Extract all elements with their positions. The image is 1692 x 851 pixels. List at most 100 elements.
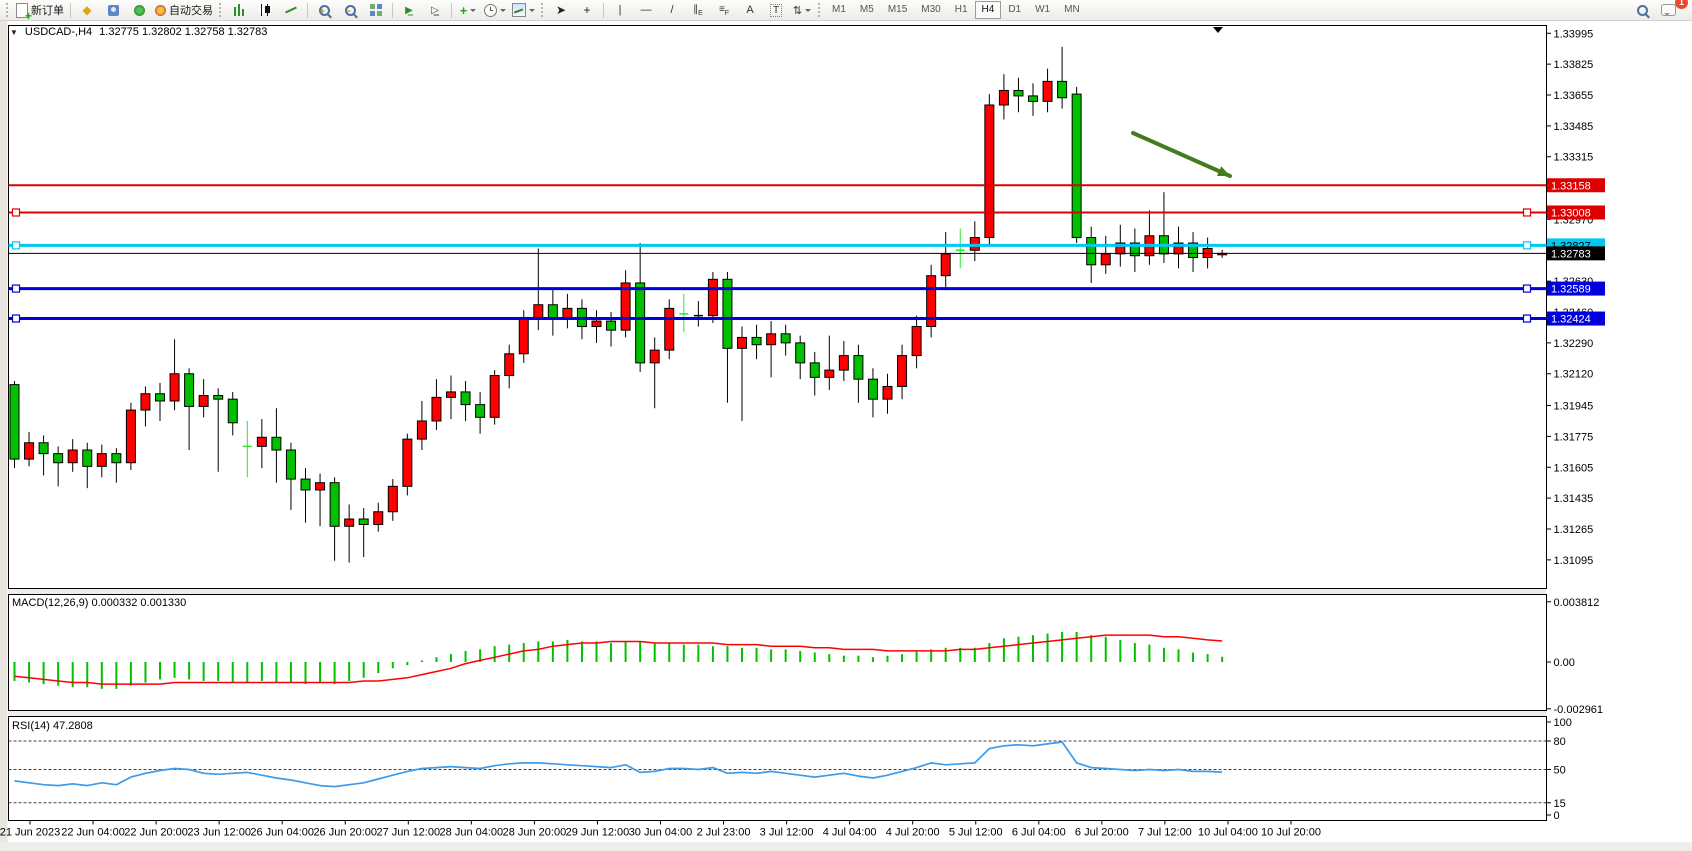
timeframe-button-D1[interactable]: D1 xyxy=(1001,1,1028,19)
candle-body xyxy=(519,317,528,353)
time-axis-label: 6 Jul 04:00 xyxy=(1012,827,1066,839)
line-handle[interactable] xyxy=(13,315,20,322)
channel-icon: ∥E xyxy=(693,4,703,17)
candle-body xyxy=(941,254,950,276)
signals-button[interactable] xyxy=(126,1,152,19)
time-axis-label: 5 Jul 12:00 xyxy=(949,827,1003,839)
candle-body xyxy=(330,483,339,527)
price-tag-text: 1.33158 xyxy=(1551,180,1591,192)
candle-body xyxy=(185,374,194,407)
rsi-label: RSI(14) 47.2808 xyxy=(12,720,93,732)
separator xyxy=(451,3,452,18)
timeframe-button-M30[interactable]: M30 xyxy=(914,1,947,19)
equidistant-channel-button[interactable]: ∥E xyxy=(685,1,711,19)
rsi-axis-label: 100 xyxy=(1554,717,1572,729)
autotrading-icon xyxy=(155,5,166,16)
trendline-button[interactable]: / xyxy=(659,1,685,19)
chart-canvas[interactable]: 1.339951.338251.336551.334851.333151.331… xyxy=(0,20,1692,846)
arrows-button[interactable]: ⇅ xyxy=(789,1,815,19)
search-button[interactable] xyxy=(1629,1,1655,19)
cursor-button[interactable]: ➤ xyxy=(548,1,574,19)
time-axis-label: 27 Jun 12:00 xyxy=(376,827,440,839)
text-button[interactable]: A xyxy=(737,1,763,19)
candle-body xyxy=(1101,254,1110,265)
crosshair-button[interactable]: + xyxy=(574,1,600,19)
candle-body xyxy=(316,483,325,490)
indicators-button[interactable]: + xyxy=(455,1,481,19)
timeframe-button-H4[interactable]: H4 xyxy=(975,1,1002,19)
time-axis-label: 28 Jun 04:00 xyxy=(440,827,504,839)
line-handle[interactable] xyxy=(13,209,20,216)
timeframe-button-M5[interactable]: M5 xyxy=(853,1,881,19)
timeframe-button-MN[interactable]: MN xyxy=(1057,1,1087,19)
timeframe-button-H1[interactable]: H1 xyxy=(948,1,975,19)
rsi-pane xyxy=(9,717,1547,821)
bar-chart-button[interactable] xyxy=(226,1,252,19)
price-tag-text: 1.32424 xyxy=(1551,314,1591,326)
price-axis-label: 1.31605 xyxy=(1554,462,1594,474)
line-handle[interactable] xyxy=(1524,209,1531,216)
autotrading-button[interactable]: 自动交易 xyxy=(152,1,216,19)
label-icon: T xyxy=(770,4,782,17)
line-handle[interactable] xyxy=(13,285,20,292)
horizontal-line-button[interactable]: — xyxy=(633,1,659,19)
rsi-axis-label: 80 xyxy=(1554,736,1566,748)
tile-windows-button[interactable] xyxy=(363,1,389,19)
notifications-button[interactable]: 1 xyxy=(1655,1,1681,19)
separator xyxy=(70,3,71,18)
candle-body xyxy=(214,396,223,400)
candle-body xyxy=(417,421,426,439)
vertical-line-button[interactable]: | xyxy=(607,1,633,19)
timeframe-button-W1[interactable]: W1 xyxy=(1028,1,1057,19)
macd-label: MACD(12,26,9) 0.000332 0.001330 xyxy=(12,597,186,609)
zoom-out-button[interactable]: − xyxy=(337,1,363,19)
candle-body xyxy=(388,486,397,511)
time-axis-label: 26 Jun 20:00 xyxy=(313,827,377,839)
line-handle[interactable] xyxy=(1524,242,1531,249)
zoom-in-button[interactable]: + xyxy=(311,1,337,19)
profile-icon xyxy=(108,5,119,16)
candlestick-chart-button[interactable] xyxy=(252,1,278,19)
candle-body xyxy=(432,397,441,421)
window-bottom-edge xyxy=(0,842,1692,846)
chevron-down-icon xyxy=(805,9,811,15)
timeframe-button-M15[interactable]: M15 xyxy=(881,1,914,19)
templates-button[interactable] xyxy=(509,1,538,19)
macd-axis-label: -0.002961 xyxy=(1554,704,1604,716)
time-axis-label: 21 Jun 2023 xyxy=(0,827,60,839)
candle-body xyxy=(126,410,135,463)
candle-body xyxy=(810,363,819,378)
candle-body xyxy=(825,370,834,377)
line-handle[interactable] xyxy=(1524,285,1531,292)
new-order-button[interactable]: + 新订单 xyxy=(13,1,67,19)
candle-body xyxy=(636,283,645,363)
candle-body xyxy=(476,405,485,418)
clock-icon xyxy=(484,4,497,17)
line-handle[interactable] xyxy=(13,242,20,249)
chart-dropdown-icon[interactable]: ▼ xyxy=(10,28,18,37)
deposit-button[interactable]: ◆ xyxy=(74,1,100,19)
line-handle[interactable] xyxy=(1524,315,1531,322)
fibonacci-button[interactable]: ≡F xyxy=(711,1,737,19)
candle-body xyxy=(1072,94,1081,237)
candle-body xyxy=(97,454,106,467)
toolbar-grip xyxy=(818,3,822,17)
timeframe-button-M1[interactable]: M1 xyxy=(825,1,853,19)
vertical-line-icon: | xyxy=(619,4,622,16)
rsi-axis-label: 15 xyxy=(1554,798,1566,810)
line-chart-button[interactable] xyxy=(278,1,304,19)
candle-body xyxy=(883,386,892,399)
chevron-down-icon xyxy=(529,9,535,15)
candle-body xyxy=(708,279,717,315)
candle-body xyxy=(1058,81,1067,97)
candle-body xyxy=(1043,81,1052,101)
zoom-out-icon: − xyxy=(345,5,356,16)
chart-window: ▼ USDCAD-,H4 1.32775 1.32802 1.32758 1.3… xyxy=(0,20,1692,846)
chart-shift-button[interactable]: ▷̲ xyxy=(422,1,448,19)
periods-button[interactable] xyxy=(481,1,509,19)
auto-scroll-button[interactable]: ▶̲ xyxy=(396,1,422,19)
profile-button[interactable] xyxy=(100,1,126,19)
candle-body xyxy=(999,90,1008,105)
label-button[interactable]: T xyxy=(763,1,789,19)
separator xyxy=(603,3,604,18)
